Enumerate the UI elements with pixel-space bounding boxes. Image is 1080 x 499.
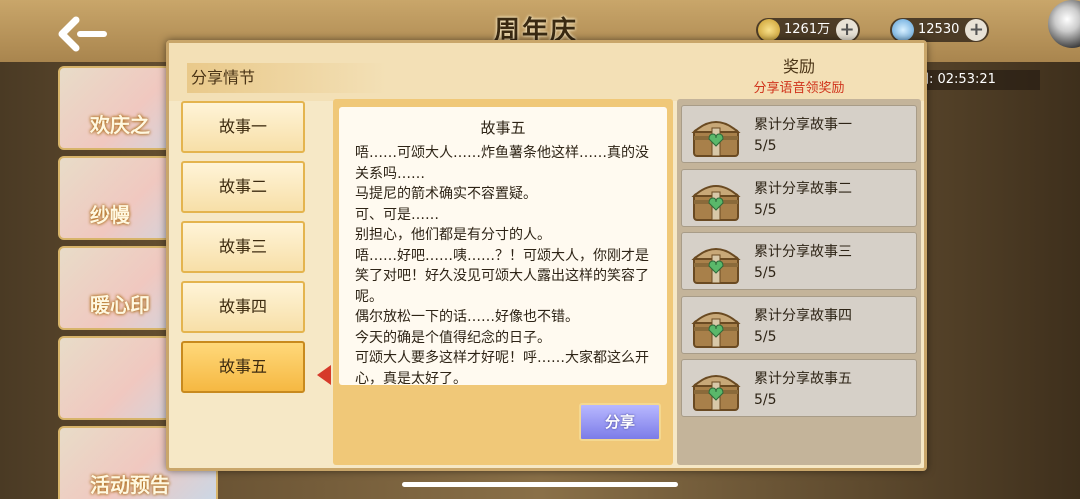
story-line: 可、可是…… [355, 206, 439, 223]
tab-story-3[interactable]: 故事三 [181, 221, 305, 273]
treasure-chest-icon [690, 366, 742, 412]
treasure-chest-icon [690, 176, 742, 222]
reward-row[interactable]: 累计分享故事一 5/5 [681, 105, 917, 163]
story-line: 可颂大人要多这样才好呢！呼……大家都这么开心，真是太好了。 [355, 350, 649, 385]
home-indicator[interactable] [402, 482, 678, 487]
reward-row[interactable]: 累计分享故事二 5/5 [681, 168, 917, 227]
reward-subtitle: 分享语音领奖励 [753, 81, 845, 96]
dialog-title: 分享情节 [187, 63, 387, 93]
story-line: 今天的确是个值得纪念的日子。 [355, 329, 551, 346]
treasure-chest-icon [690, 239, 742, 285]
story-line: 唔……可颂大人……炸鱼薯条他这样……真的没关系吗…… [355, 145, 649, 182]
gem-amount: 12530 [918, 22, 960, 37]
gold-currency: 1261万 + [756, 18, 861, 42]
reward-row[interactable]: 累计分享故事三 5/5 [681, 232, 917, 290]
reward-title: 奖励 [782, 57, 815, 76]
reward-label: 累计分享故事三 [754, 244, 852, 260]
reward-label: 累计分享故事二 [754, 180, 852, 197]
gem-currency: 12530 + [890, 18, 990, 42]
reward-progress: 5/5 [754, 265, 777, 281]
story-line: 唔……好吧……咦……？！可颂大人，你刚才是笑了对吧！好久没见可颂大人露出这样的笑… [355, 247, 649, 305]
reward-label: 累计分享故事四 [754, 307, 852, 324]
back-button[interactable] [58, 16, 114, 52]
reward-progress: 5/5 [754, 138, 777, 154]
story-line: 马提尼的箭术确实不容置疑。 [355, 186, 537, 202]
chevron-left-icon [58, 16, 107, 52]
add-gold-button[interactable]: + [836, 19, 859, 41]
reward-label: 累计分享故事五 [754, 371, 852, 387]
gold-amount: 1261万 [784, 22, 831, 37]
tab-story-2[interactable]: 故事二 [181, 161, 305, 213]
reward-row[interactable]: 累计分享故事五 5/5 [681, 359, 917, 417]
share-button[interactable]: 分享 [579, 403, 661, 441]
story-text-box[interactable]: 故事五 唔……可颂大人……炸鱼薯条他这样……真的没关系吗…… 马提尼的箭术确实不容… [339, 107, 667, 385]
reward-list: 累计分享故事一 5/5 累计分享故事二 5/5 累计分享故事三 5/5 累计分享故事四 5/5… [677, 99, 921, 465]
treasure-chest-icon [690, 112, 742, 158]
treasure-chest-icon [690, 303, 742, 349]
story-title: 故事五 [480, 119, 526, 137]
tab-story-4[interactable]: 故事四 [181, 281, 305, 333]
share-story-dialog: 分享情节 奖励 分享语音领奖励 故事一 故事二 故事三 故事四 故事五 故事五 … [166, 40, 927, 471]
story-line: 别担心，他们都是有分寸的人。 [355, 227, 551, 243]
reward-progress: 5/5 [754, 328, 777, 345]
tab-story-5[interactable]: 故事五 [181, 341, 305, 393]
story-text: 唔……可颂大人……炸鱼薯条他这样……真的没关系吗…… 马提尼的箭术确实不容置疑。可… [355, 143, 657, 385]
add-gem-button[interactable]: + [965, 19, 988, 41]
reward-progress: 5/5 [754, 201, 777, 218]
reward-progress: 5/5 [754, 392, 777, 408]
story-panel: 故事五 唔……可颂大人……炸鱼薯条他这样……真的没关系吗…… 马提尼的箭术确实不容… [333, 99, 673, 465]
gem-icon [892, 19, 914, 41]
reward-row[interactable]: 累计分享故事四 5/5 [681, 295, 917, 354]
reward-label: 累计分享故事一 [754, 117, 852, 133]
tab-story-1[interactable]: 故事一 [181, 101, 305, 153]
coin-icon [758, 19, 780, 41]
story-line: 偶尔放松一下的话……好像也不错。 [355, 309, 579, 325]
selected-tab-arrow-icon [317, 365, 331, 385]
